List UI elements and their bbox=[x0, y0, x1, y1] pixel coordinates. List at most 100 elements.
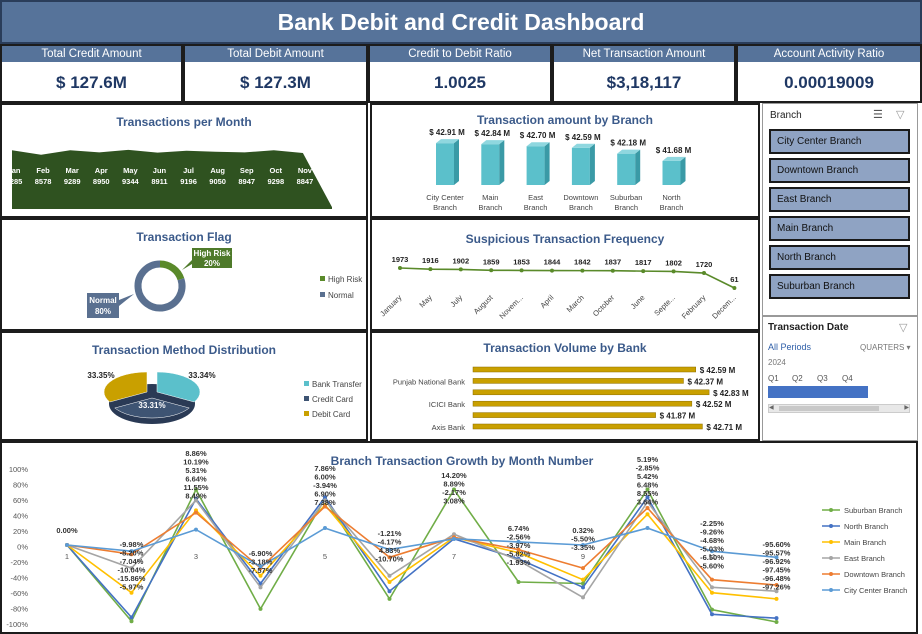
suspicious-tick-label: January bbox=[378, 293, 403, 318]
month-value-label: 9344 bbox=[122, 177, 140, 186]
branch-bar bbox=[617, 153, 636, 185]
branch-tick-label: Branch bbox=[660, 203, 684, 212]
granularity-dropdown[interactable]: QUARTERS ▾ bbox=[860, 343, 911, 352]
month-value-label: 8847 bbox=[297, 177, 314, 186]
growth-legend-label: Suburban Branch bbox=[844, 506, 902, 515]
bank-tick-label: ICICI Bank bbox=[429, 400, 466, 409]
month-value-label: 8578 bbox=[35, 177, 52, 186]
method-data-label: 33.31% bbox=[138, 401, 165, 410]
flag-legend-swatch bbox=[320, 276, 325, 281]
quarter-q4[interactable]: Q4 bbox=[842, 374, 853, 383]
growth-legend-label: Main Branch bbox=[844, 538, 886, 547]
slicer-item-east[interactable]: East Branch bbox=[769, 187, 910, 212]
growth-point bbox=[774, 596, 779, 601]
slicer-item-suburban[interactable]: Suburban Branch bbox=[769, 274, 910, 299]
branch-data-label: $ 42.59 M bbox=[565, 133, 601, 142]
month-value-label: 9196 bbox=[180, 177, 197, 186]
granularity-label: QUARTERS bbox=[860, 343, 905, 352]
growth-y-tick-label: -80% bbox=[10, 605, 28, 614]
chevron-down-icon: ▾ bbox=[906, 343, 911, 352]
branch-bar-side bbox=[680, 156, 686, 185]
year-label: 2024 bbox=[768, 358, 786, 367]
growth-y-tick-label: -100% bbox=[6, 620, 28, 629]
growth-data-label: 3.64% bbox=[637, 498, 659, 507]
method-legend-label: Debit Card bbox=[312, 410, 350, 419]
month-tick-label: Apr bbox=[95, 166, 108, 175]
bank-tick-label: Axis Bank bbox=[432, 423, 466, 432]
growth-legend-label: North Branch bbox=[844, 522, 888, 531]
suspicious-point bbox=[610, 268, 615, 273]
quarter-q2[interactable]: Q2 bbox=[792, 374, 803, 383]
timeline-scrollbar[interactable]: ◀ ▶ bbox=[768, 404, 910, 413]
growth-x-tick-label: 7 bbox=[452, 552, 456, 561]
suspicious-point bbox=[550, 268, 554, 273]
growth-point bbox=[581, 595, 585, 600]
slicer-item-north[interactable]: North Branch bbox=[769, 245, 910, 270]
method-distribution-chart: 33.34% 33.31% 33.35% Bank Transfer Credit Ca… bbox=[87, 371, 362, 424]
branch-tick-label: Branch bbox=[569, 203, 593, 212]
suspicious-tick-label: Novem... bbox=[497, 293, 525, 321]
growth-legend-marker bbox=[829, 572, 833, 576]
growth-data-label: -10.70% bbox=[376, 555, 404, 564]
branch-data-label: $ 42.84 M bbox=[475, 129, 511, 138]
title-bar: Bank Debit and Credit Dashboard bbox=[0, 0, 922, 44]
date-slicer: Transaction Date ▽ All Periods QUARTERS … bbox=[762, 316, 918, 441]
kpi-value: 1.0025 bbox=[434, 73, 486, 92]
growth-x-tick-label: 3 bbox=[194, 552, 198, 561]
bank-bar bbox=[472, 412, 656, 418]
growth-point bbox=[452, 536, 456, 541]
method-data-label: 33.34% bbox=[188, 371, 215, 380]
scroll-right-icon[interactable]: ▶ bbox=[904, 404, 909, 411]
branch-tick-label: Branch bbox=[524, 203, 548, 212]
suspicious-point bbox=[428, 267, 433, 272]
flag-legend-label: Normal bbox=[328, 291, 354, 300]
growth-point bbox=[65, 543, 69, 547]
bank-data-label: $ 42.59 M bbox=[700, 366, 736, 375]
timeline-selection-bar[interactable] bbox=[768, 386, 868, 398]
branch-tick-label: Downtown bbox=[563, 193, 598, 202]
suspicious-tick-label: August bbox=[472, 292, 496, 316]
suspicious-tick-label: Septe... bbox=[652, 293, 677, 318]
quarter-q3[interactable]: Q3 bbox=[817, 374, 828, 383]
branch-bar bbox=[662, 160, 681, 185]
growth-point bbox=[258, 585, 263, 590]
flag-legend-swatch bbox=[320, 292, 325, 297]
growth-y-tick-label: 80% bbox=[13, 481, 28, 490]
slicer-item-main[interactable]: Main Branch bbox=[769, 216, 910, 241]
growth-data-label: -3.35% bbox=[571, 543, 595, 552]
growth-point bbox=[387, 579, 392, 584]
growth-series-line bbox=[66, 499, 777, 599]
growth-x-tick-label: 1 bbox=[65, 552, 69, 561]
kpi-account-activity: Account Activity Ratio 0.00019009 bbox=[736, 44, 922, 103]
growth-legend-label: East Branch bbox=[844, 554, 885, 563]
clear-filter-icon[interactable]: ▽ bbox=[899, 321, 907, 334]
slicer-item-city-center[interactable]: City Center Branch bbox=[769, 129, 910, 154]
growth-point bbox=[710, 612, 714, 617]
bank-bar bbox=[472, 423, 703, 430]
month-value-label: 8911 bbox=[151, 177, 167, 186]
growth-legend-marker bbox=[829, 508, 833, 512]
growth-data-label: -1.93% bbox=[507, 558, 531, 567]
multi-select-icon[interactable]: ☰ bbox=[873, 108, 883, 121]
branch-tick-label: Suburban bbox=[610, 193, 643, 202]
suspicious-tick-label: May bbox=[417, 293, 434, 310]
growth-point bbox=[581, 585, 585, 590]
month-tick-label: Sep bbox=[240, 166, 254, 175]
suspicious-tick-label: Decem... bbox=[710, 293, 738, 321]
suspicious-data-label: 1817 bbox=[635, 258, 652, 267]
growth-x-tick-label: 9 bbox=[581, 552, 585, 561]
growth-data-label: 7.38% bbox=[314, 498, 336, 507]
bank-bar bbox=[472, 378, 684, 384]
growth-y-tick-label: 40% bbox=[13, 512, 28, 521]
scroll-thumb[interactable] bbox=[779, 406, 879, 411]
kpi-value: $3,18,117 bbox=[606, 73, 682, 92]
suspicious-data-label: 1844 bbox=[544, 258, 562, 267]
branch-data-label: $ 42.18 M bbox=[610, 139, 646, 148]
quarter-q1[interactable]: Q1 bbox=[768, 374, 779, 383]
clear-filter-icon[interactable]: ▽ bbox=[896, 108, 904, 121]
suspicious-point bbox=[732, 286, 737, 290]
slicer-item-downtown[interactable]: Downtown Branch bbox=[769, 158, 910, 183]
flag-data-label: Normal bbox=[89, 296, 117, 305]
scroll-left-icon[interactable]: ◀ bbox=[769, 404, 774, 411]
flag-data-label: High Risk bbox=[194, 249, 231, 258]
